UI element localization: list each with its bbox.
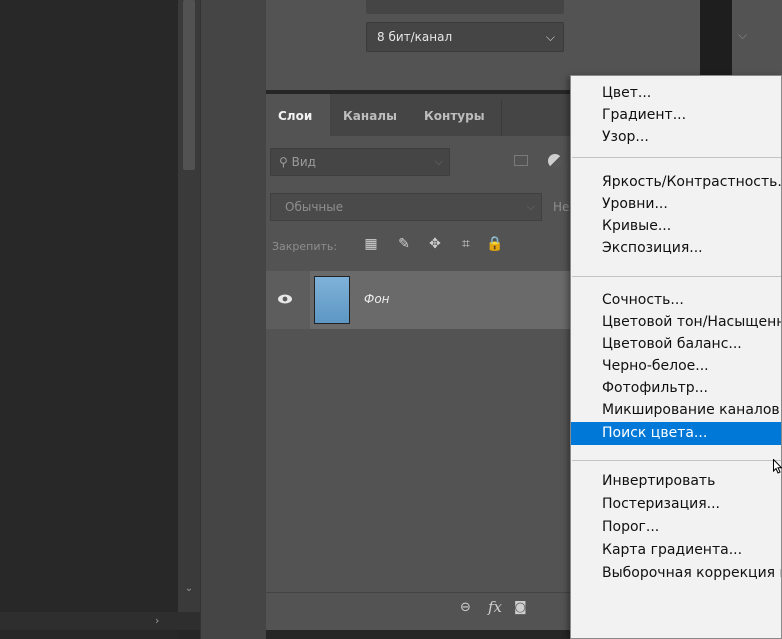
menu-separator: [572, 460, 781, 461]
blend-mode-value: Обычные: [285, 200, 344, 214]
menu-item-vibrance[interactable]: Сочность...: [571, 289, 781, 311]
eye-icon[interactable]: [277, 291, 293, 307]
color-preview: [700, 0, 732, 75]
horizontal-scrollbar[interactable]: [0, 612, 200, 630]
menu-item-curves[interactable]: Кривые...: [571, 215, 781, 237]
mode-select[interactable]: [366, 0, 564, 14]
tab-paths[interactable]: Контуры: [424, 94, 485, 136]
chevron-down-icon: ⌵: [545, 30, 555, 44]
chevron-down-icon: ⌵: [434, 155, 443, 168]
menu-item-posterize[interactable]: Постеризация...: [571, 493, 781, 515]
menu-separator: [572, 276, 781, 277]
bit-depth-select[interactable]: 8 бит/канал ⌵: [366, 22, 564, 52]
link-layers-icon[interactable]: ⊖: [460, 600, 471, 615]
menu-item-threshold[interactable]: Порог...: [571, 516, 781, 538]
search-icon: ⚲: [279, 155, 288, 169]
image-filter-icon[interactable]: [514, 155, 528, 166]
filter-kind-label: Вид: [291, 155, 316, 169]
menu-item-exposure[interactable]: Экспозиция...: [571, 237, 781, 259]
scroll-right-icon[interactable]: ›: [155, 613, 167, 629]
menu-item-color-lookup[interactable]: Поиск цвета...: [571, 422, 781, 445]
menu-item-color-balance[interactable]: Цветовой баланс...: [571, 333, 781, 355]
blend-mode-select[interactable]: Обычные ⌵: [270, 193, 542, 221]
mouse-pointer-icon: [773, 458, 782, 479]
scroll-down-icon[interactable]: ⌄: [183, 578, 195, 600]
menu-item-photo-filter[interactable]: Фотофильтр...: [571, 377, 781, 399]
lock-position-icon[interactable]: ✥: [427, 236, 443, 252]
document-canvas-area[interactable]: [0, 0, 178, 639]
opacity-label: Не: [553, 200, 570, 214]
menu-item-pattern[interactable]: Узор...: [571, 126, 781, 148]
menu-item-hue-saturation[interactable]: Цветовой тон/Насыщенность...: [571, 311, 781, 333]
menu-item-brightness-contrast[interactable]: Яркость/Контрастность...: [571, 171, 781, 193]
chevron-down-icon: ⌵: [526, 200, 535, 213]
adjustment-filter-icon[interactable]: [548, 154, 562, 168]
layer-name[interactable]: Фон: [364, 292, 390, 306]
tab-layers[interactable]: Слои: [266, 94, 330, 136]
add-mask-icon[interactable]: ◙: [514, 600, 527, 615]
menu-item-levels[interactable]: Уровни...: [571, 193, 781, 215]
lock-artboard-icon[interactable]: ⌗: [458, 236, 474, 252]
panel-dock-divider: [200, 0, 266, 639]
menu-item-black-white[interactable]: Черно-белое...: [571, 355, 781, 377]
menu-item-invert[interactable]: Инвертировать: [571, 470, 781, 492]
fx-icon[interactable]: fx: [488, 598, 502, 616]
tab-divider: [501, 100, 502, 136]
menu-separator: [572, 157, 781, 158]
lock-transparent-pixels-icon[interactable]: ▦: [363, 236, 379, 252]
adjustment-layer-menu: Цвет... Градиент... Узор... Яркость/Конт…: [570, 75, 782, 639]
chevron-down-icon[interactable]: ⌵: [738, 28, 747, 43]
menu-item-gradient-map[interactable]: Карта градиента...: [571, 539, 781, 561]
menu-item-gradient[interactable]: Градиент...: [571, 104, 781, 126]
layer-thumbnail: [314, 276, 350, 324]
lock-image-pixels-icon[interactable]: ✎: [396, 236, 412, 252]
lock-all-icon[interactable]: 🔒: [486, 236, 503, 252]
lock-label: Закрепить:: [272, 240, 338, 253]
menu-item-solid-color[interactable]: Цвет...: [571, 82, 781, 104]
bit-depth-value: 8 бит/канал: [377, 30, 453, 44]
layer-filter-select[interactable]: ⚲ Вид ⌵: [270, 148, 450, 176]
scrollbar-thumb[interactable]: [183, 0, 195, 170]
tab-channels[interactable]: Каналы: [343, 94, 397, 136]
menu-item-selective-color[interactable]: Выборочная коррекция цвета...: [571, 562, 781, 584]
menu-item-channel-mixer[interactable]: Микширование каналов...: [571, 399, 781, 421]
